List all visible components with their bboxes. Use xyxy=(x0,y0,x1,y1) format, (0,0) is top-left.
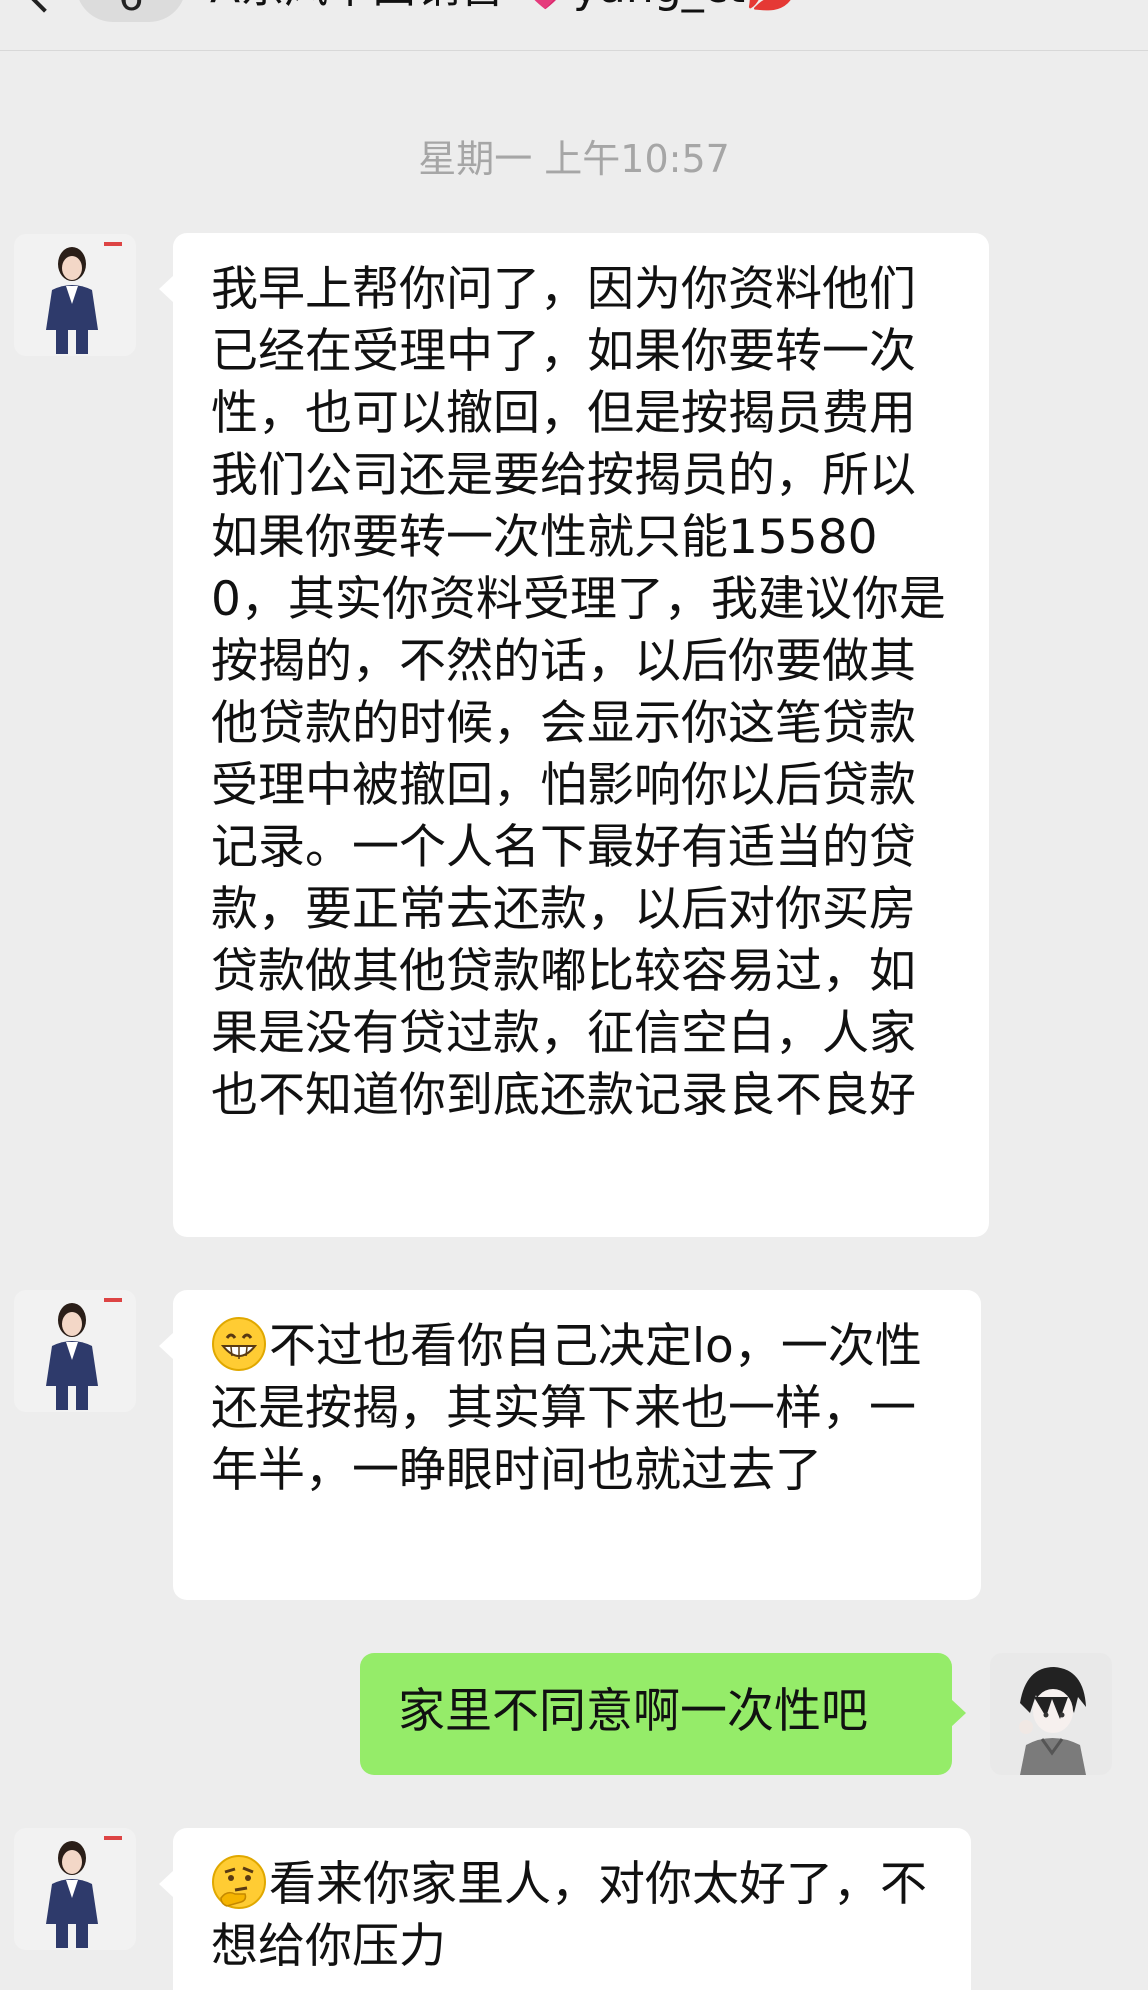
my-avatar[interactable] xyxy=(990,1653,1112,1775)
sender-avatar[interactable] xyxy=(14,234,136,356)
incoming-message-bubble[interactable]: 看来你家里人，对你太好了，不想给你压力 xyxy=(159,1828,971,1990)
sender-avatar[interactable] xyxy=(14,1828,136,1950)
incoming-message-bubble[interactable]: 我早上帮你问了，因为你资料他们已经在受理中了，如果你要转一次性，也可以撤回，但是… xyxy=(159,233,989,1237)
chat-screen: 6 A东风本田销售 💗yang_ct💋 星期一 上午10:57 我早上帮你问了，… xyxy=(0,0,1148,1990)
incoming-message-bubble[interactable]: 不过也看你自己决定lo，一次性还是按揭，其实算下来也一样，一年半，一睁眼时间也就… xyxy=(159,1290,981,1600)
anime-boy-avatar-image xyxy=(990,1653,1112,1775)
chat-header: 6 A东风本田销售 💗yang_ct💋 xyxy=(0,0,1148,51)
message-text: 不过也看你自己决定lo，一次性还是按揭，其实算下来也一样，一年半，一睁眼时间也就… xyxy=(211,1319,922,1498)
outgoing-message-bubble[interactable]: 家里不同意啊一次性吧 xyxy=(360,1653,966,1775)
chevron-left-icon[interactable] xyxy=(21,0,67,13)
grinning-face-emoji xyxy=(212,1317,266,1371)
woman-in-suit-avatar-image xyxy=(14,1290,136,1412)
chat-title: A东风本田销售 💗yang_ct💋 xyxy=(210,0,800,16)
message-timestamp: 星期一 上午10:57 xyxy=(418,137,730,181)
woman-in-suit-avatar-image xyxy=(14,1828,136,1950)
message-text: 看来你家里人，对你太好了，不想给你压力 xyxy=(211,1857,927,1974)
unread-badge[interactable]: 6 xyxy=(76,0,186,22)
thinking-face-emoji xyxy=(212,1855,266,1909)
sender-avatar[interactable] xyxy=(14,1290,136,1412)
message-text: 家里不同意啊一次性吧 xyxy=(398,1684,868,1739)
unread-count: 6 xyxy=(76,0,186,20)
message-text: 我早上帮你问了，因为你资料他们已经在受理中了，如果你要转一次性，也可以撤回，但是… xyxy=(211,262,946,1123)
woman-in-suit-avatar-image xyxy=(14,234,136,356)
